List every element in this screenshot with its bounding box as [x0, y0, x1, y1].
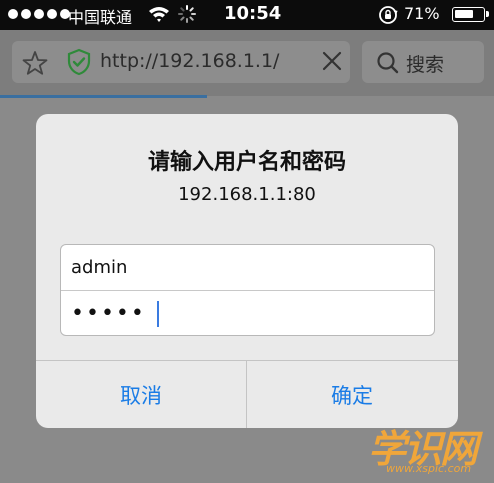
- battery-icon: [452, 7, 489, 22]
- bookmark-star-icon[interactable]: [22, 50, 48, 80]
- text-caret: [157, 301, 159, 327]
- watermark-logo: 学识网 www.xspic.com: [362, 418, 490, 478]
- carrier-name: 中国联通: [68, 8, 133, 27]
- page-load-progress-bar: [0, 95, 207, 98]
- browser-toolbar: http://192.168.1.1/ 搜索: [0, 30, 494, 96]
- credential-fields: [60, 244, 435, 336]
- dialog-title: 请输入用户名和密码: [147, 150, 346, 175]
- rotation-lock-icon: [378, 5, 398, 29]
- clear-url-icon[interactable]: [320, 49, 344, 77]
- clock: 10:54: [224, 3, 282, 24]
- search-icon: [376, 51, 400, 79]
- activity-spinner-icon: [178, 5, 196, 27]
- address-bar[interactable]: http://192.168.1.1/: [12, 41, 350, 83]
- search-button[interactable]: 搜索: [362, 41, 484, 83]
- cancel-button[interactable]: 取消: [36, 361, 246, 428]
- password-field[interactable]: [61, 291, 434, 335]
- battery-percent: 71%: [404, 4, 440, 23]
- auth-dialog: 请输入用户名和密码 192.168.1.1:80 取消 确定: [36, 114, 458, 428]
- status-bar: 中国联通 10:54 71%: [0, 0, 494, 30]
- signal-strength-icon: [8, 9, 70, 19]
- watermark-site: www.xspic.com: [386, 462, 472, 475]
- security-shield-icon[interactable]: [66, 48, 92, 80]
- search-label: 搜索: [406, 54, 445, 76]
- dialog-host: 192.168.1.1:80: [178, 184, 316, 205]
- url-text[interactable]: http://192.168.1.1/: [100, 50, 279, 72]
- username-field[interactable]: [61, 245, 434, 290]
- wifi-icon: [148, 5, 170, 27]
